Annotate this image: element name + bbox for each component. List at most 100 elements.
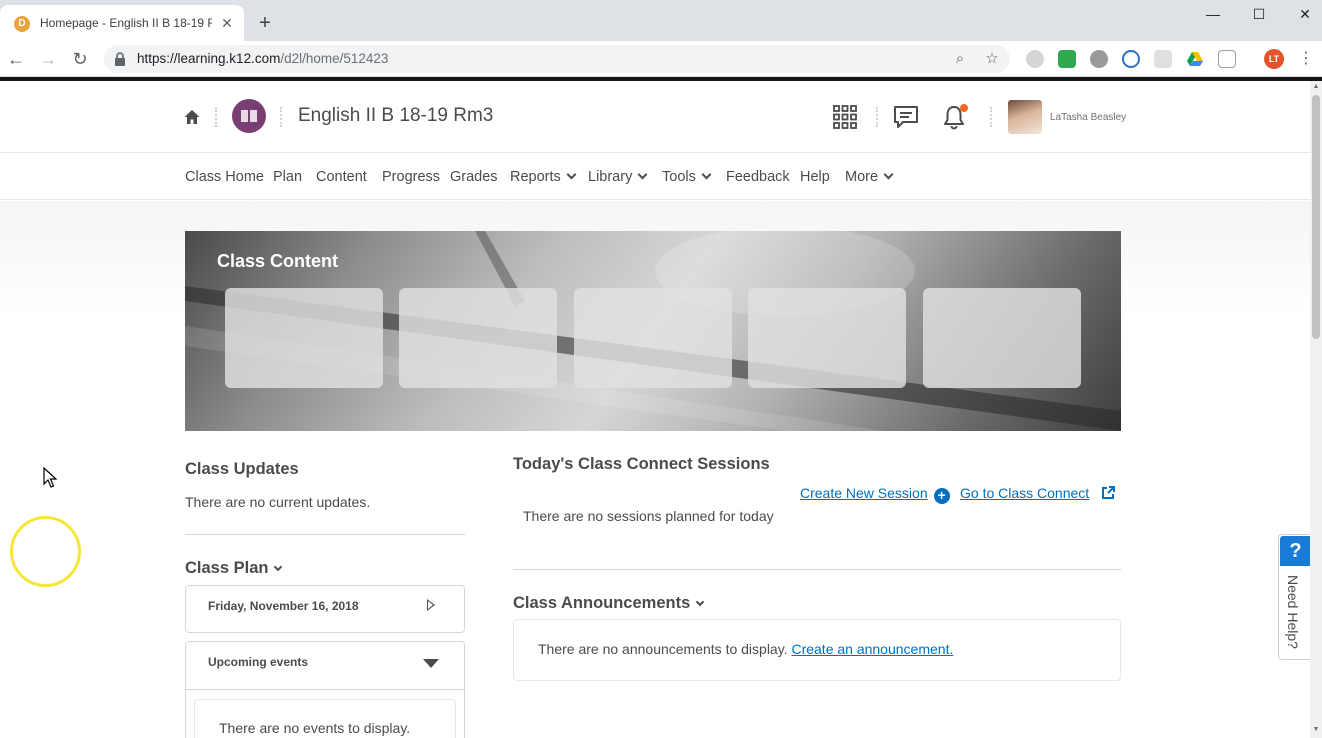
external-link-icon [1102,486,1116,499]
go-to-class-connect-link[interactable]: Go to Class Connect [960,485,1116,501]
maximize-icon[interactable]: ☐ [1246,4,1272,24]
class-updates-empty: There are no current updates. [185,494,371,510]
nav-item-content[interactable]: Content [316,169,367,185]
address-bar[interactable]: https://learning.k12.com/d2l/home/512423… [104,45,1010,73]
mouse-pointer-icon [43,467,57,488]
question-icon: ? [1280,536,1311,566]
upcoming-events-label: Upcoming events [208,655,309,669]
plus-circle-icon: + [933,488,950,504]
d2l-favicon-icon: D [14,16,30,32]
class-content-banner: Class Content [185,231,1121,431]
sessions-empty: There are no sessions planned for today [523,508,774,524]
browser-menu-icon[interactable]: ⋮ [1298,49,1314,69]
create-announcement-link[interactable]: Create an announcement. [791,641,953,657]
page-scrollbar[interactable]: ▲ ▼ [1310,81,1322,738]
nav-item-progress[interactable]: Progress [382,169,440,185]
waffle-menu-icon[interactable] [831,103,859,131]
need-help-label: Need Help? [1285,575,1301,649]
course-navbar: Class Home Plan Content Progress Grades … [0,154,1310,200]
content-tile[interactable] [574,288,732,388]
nav-item-plan[interactable]: Plan [273,169,302,185]
url-text: https://learning.k12.com/d2l/home/512423 [137,51,389,66]
reload-icon[interactable]: ↻ [68,47,92,71]
divider [186,689,464,690]
content-tile[interactable] [923,288,1081,388]
content-tile[interactable] [225,288,383,388]
extension-gray-icon[interactable] [1090,50,1108,68]
extension-green-icon[interactable] [1058,50,1076,68]
extension-screen-icon[interactable] [1154,50,1172,68]
events-empty-box: There are no events to display. [194,699,456,738]
browser-toolbar: ← → ↻ https://learning.k12.com/d2l/home/… [0,41,1322,77]
header-divider [215,107,217,127]
collapse-icon[interactable] [423,659,439,668]
page-viewport: English II B 18-19 Rm3 LaTasha Beasley C… [0,81,1310,738]
sessions-title: Today's Class Connect Sessions [513,455,770,473]
notification-badge [960,104,968,112]
announcements-box: There are no announcements to display. C… [513,619,1121,681]
content-tile[interactable] [399,288,557,388]
scroll-down-icon[interactable]: ▼ [1312,726,1320,733]
profile-avatar[interactable]: LT [1264,49,1284,69]
no-events-text: There are no events to display. [219,720,411,736]
extension-media-icon[interactable] [1218,50,1236,68]
bookmark-star-icon[interactable]: ☆ [982,49,1002,69]
nav-item-grades[interactable]: Grades [450,169,498,185]
header-divider [876,107,878,127]
nav-item-more[interactable]: More [845,169,894,185]
plan-date-box: Friday, November 16, 2018 [185,585,465,633]
chevron-down-icon [274,562,283,572]
need-help-tab[interactable]: ? Need Help? [1278,534,1311,660]
tab-title: Homepage - English II B 18-19 R [40,16,212,30]
chevron-down-icon [696,597,705,607]
course-logo[interactable] [232,99,266,133]
user-avatar[interactable] [1008,100,1042,134]
nav-item-help[interactable]: Help [800,169,830,185]
nav-item-feedback[interactable]: Feedback [726,169,790,185]
class-plan-title[interactable]: Class Plan [185,559,283,578]
upcoming-events-box: Upcoming events There are no events to d… [185,641,465,738]
cursor-highlight-ring [10,516,81,587]
browser-tab[interactable]: D Homepage - English II B 18-19 R ✕ [0,5,244,41]
chevron-down-icon [701,169,712,180]
minimize-icon[interactable]: — [1200,4,1226,24]
window-close-icon[interactable]: ✕ [1292,4,1318,24]
scroll-up-icon[interactable]: ▲ [1312,83,1320,90]
user-name[interactable]: LaTasha Beasley [1050,112,1126,123]
nav-item-tools[interactable]: Tools [662,169,712,185]
announcements-empty: There are no announcements to display. C… [538,641,954,657]
extension-circle-icon[interactable] [1026,50,1044,68]
course-title[interactable]: English II B 18-19 Rm3 [298,105,493,127]
divider [185,534,465,535]
forward-icon[interactable]: → [36,47,60,71]
content-tile[interactable] [748,288,906,388]
nav-item-reports[interactable]: Reports [510,169,577,185]
divider [513,569,1121,570]
chevron-down-icon [566,169,577,180]
home-icon[interactable] [183,108,201,126]
browser-tab-bar: D Homepage - English II B 18-19 R ✕ + — … [0,0,1322,41]
nav-item-class-home[interactable]: Class Home [185,169,264,185]
class-updates-title: Class Updates [185,460,299,478]
banner-title: Class Content [217,251,339,271]
tab-close-icon[interactable]: ✕ [218,14,236,32]
extension-blue-icon[interactable] [1122,50,1140,68]
new-tab-icon[interactable]: + [254,12,276,34]
next-day-icon[interactable] [427,599,435,611]
header-divider [990,107,992,127]
message-alerts-icon[interactable] [892,103,920,131]
nav-item-library[interactable]: Library [588,169,648,185]
google-drive-icon[interactable] [1186,50,1204,68]
chevron-down-icon [637,169,648,180]
create-session-link[interactable]: Create New Session + [800,485,950,504]
lock-icon [115,52,125,66]
chevron-down-icon [883,169,894,180]
back-icon[interactable]: ← [4,47,28,71]
book-icon [241,110,257,122]
header-divider [280,107,282,127]
plan-date: Friday, November 16, 2018 [208,599,359,613]
zoom-icon[interactable]: ⌕ [950,49,970,69]
scroll-thumb[interactable] [1312,95,1320,339]
course-header: English II B 18-19 Rm3 LaTasha Beasley [0,81,1310,153]
announcements-title[interactable]: Class Announcements [513,594,705,613]
